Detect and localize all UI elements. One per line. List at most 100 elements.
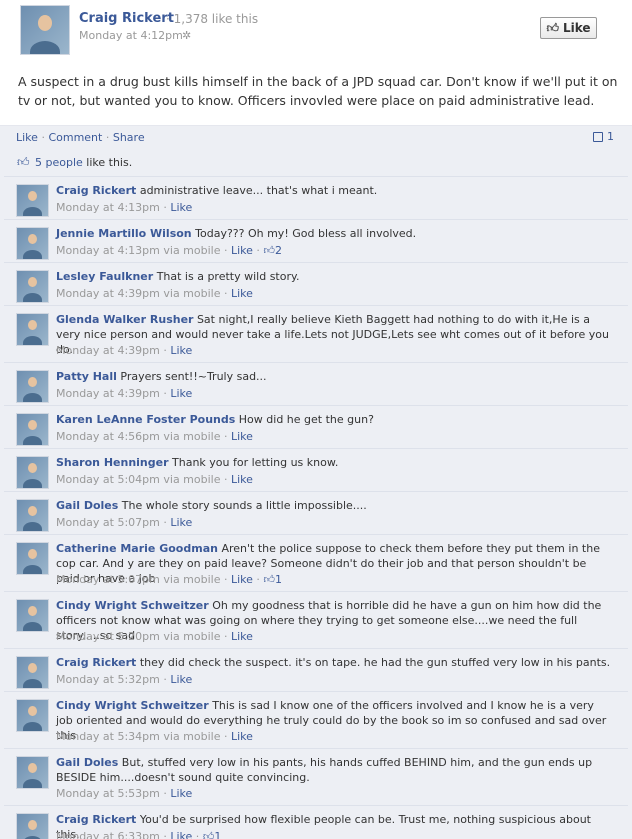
comment-meta: Monday at 5:07pm via mobile · Like · 👍︎1: [56, 573, 282, 586]
commenter-avatar[interactable]: [16, 699, 49, 732]
comment-meta: Monday at 6:33pm · Like · 👍︎1: [56, 830, 221, 839]
commenter-avatar[interactable]: [16, 499, 49, 532]
comment-author[interactable]: Glenda Walker Rusher: [56, 313, 193, 326]
comment-like-link[interactable]: Like: [170, 830, 192, 839]
privacy-gear-icon[interactable]: ✲: [182, 29, 191, 42]
commenter-avatar[interactable]: [16, 542, 49, 575]
comment-time[interactable]: Monday at 4:13pm: [56, 201, 160, 214]
comment-body: Craig Rickert administrative leave... th…: [56, 183, 611, 198]
comment-like-link[interactable]: Like: [170, 387, 192, 400]
page-like-count: · 1,378 like this: [166, 12, 259, 26]
comment-body: Patty Hall Prayers sent!!~Truly sad...: [56, 369, 611, 384]
like-page-button[interactable]: 👍︎ Like: [540, 17, 597, 39]
like-button-label: Like: [562, 21, 591, 35]
post-timestamp[interactable]: Monday at 4:12pm ·: [79, 29, 190, 42]
comment-likes[interactable]: 👍︎2: [263, 244, 282, 257]
comment: Sharon Henninger Thank you for letting u…: [4, 449, 628, 492]
comment-author[interactable]: Cindy Wright Schweitzer: [56, 599, 209, 612]
comment-like-link[interactable]: Like: [231, 473, 253, 486]
comment-time[interactable]: Monday at 4:13pm: [56, 244, 160, 257]
comment-like-link[interactable]: Like: [231, 573, 253, 586]
commenter-avatar[interactable]: [16, 656, 49, 689]
commenter-avatar[interactable]: [16, 270, 49, 303]
commenter-avatar[interactable]: [16, 184, 49, 217]
comment-like-count: 2: [274, 244, 282, 257]
comment: Craig Rickert they did check the suspect…: [4, 649, 628, 692]
post-action-bar: Like · Comment · Share 1: [0, 125, 632, 149]
commenter-avatar[interactable]: [16, 313, 49, 346]
comment-body: Lesley Faulkner That is a pretty wild st…: [56, 269, 611, 284]
commenter-avatar[interactable]: [16, 413, 49, 446]
comment-meta: Monday at 5:07pm · Like: [56, 516, 193, 529]
comment-time[interactable]: Monday at 5:20pm: [56, 630, 160, 643]
comment-author[interactable]: Craig Rickert: [56, 813, 136, 826]
commenter-avatar[interactable]: [16, 456, 49, 489]
comment-likes[interactable]: 👍︎1: [203, 830, 222, 839]
comment: Gail Doles But, stuffed very low in his …: [4, 749, 628, 806]
comment-via: via mobile: [163, 473, 221, 486]
comment-author[interactable]: Sharon Henninger: [56, 456, 169, 469]
share-link[interactable]: Share: [113, 131, 145, 144]
comment-meta: Monday at 4:13pm via mobile · Like · 👍︎2: [56, 244, 282, 257]
comment-author[interactable]: Catherine Marie Goodman: [56, 542, 218, 555]
comment-like-link[interactable]: Like: [170, 673, 192, 686]
comment-text: The whole story sounds a little impossib…: [121, 499, 367, 512]
comment-count[interactable]: 1: [593, 130, 614, 143]
commenter-avatar[interactable]: [16, 756, 49, 789]
comment-link[interactable]: Comment: [48, 131, 102, 144]
comment-time[interactable]: Monday at 4:39pm: [56, 344, 160, 357]
comment-meta: Monday at 4:39pm via mobile · Like: [56, 287, 253, 300]
facebook-post: Craig Rickert · 1,378 like this Monday a…: [0, 0, 632, 839]
comment-time[interactable]: Monday at 6:33pm: [56, 830, 160, 839]
comment-author[interactable]: Jennie Martillo Wilson: [56, 227, 192, 240]
comment-time[interactable]: Monday at 4:39pm: [56, 387, 160, 400]
comment-like-link[interactable]: Like: [231, 244, 253, 257]
like-link[interactable]: Like: [16, 131, 38, 144]
comment-meta: Monday at 4:39pm · Like: [56, 387, 193, 400]
page-name[interactable]: Craig Rickert: [79, 11, 174, 26]
commenter-avatar[interactable]: [16, 813, 49, 839]
comment-like-link[interactable]: Like: [170, 787, 192, 800]
comment-author[interactable]: Gail Doles: [56, 756, 118, 769]
comment-text: That is a pretty wild story.: [156, 270, 300, 283]
comment-like-count: 1: [274, 573, 282, 586]
comment-like-link[interactable]: Like: [170, 516, 192, 529]
comment-author[interactable]: Lesley Faulkner: [56, 270, 153, 283]
comment-time[interactable]: Monday at 5:32pm: [56, 673, 160, 686]
comment: Craig Rickert You'd be surprised how fle…: [4, 806, 628, 839]
comment-author[interactable]: Patty Hall: [56, 370, 117, 383]
likes-people-link[interactable]: 5 people: [35, 156, 83, 169]
comment-time[interactable]: Monday at 5:07pm: [56, 516, 160, 529]
comment-author[interactable]: Karen LeAnne Foster Pounds: [56, 413, 235, 426]
likes-suffix: like this.: [82, 156, 133, 169]
commenter-avatar[interactable]: [16, 227, 49, 260]
comment-time[interactable]: Monday at 4:56pm: [56, 430, 160, 443]
comment: Catherine Marie Goodman Aren't the polic…: [4, 535, 628, 592]
comment-like-link[interactable]: Like: [231, 730, 253, 743]
post-header: Craig Rickert · 1,378 like this Monday a…: [0, 0, 632, 58]
comment: Craig Rickert administrative leave... th…: [4, 177, 628, 220]
comment-like-link[interactable]: Like: [231, 287, 253, 300]
comment-author[interactable]: Gail Doles: [56, 499, 118, 512]
comment-author[interactable]: Cindy Wright Schweitzer: [56, 699, 209, 712]
comment-like-link[interactable]: Like: [170, 344, 192, 357]
comment-time[interactable]: Monday at 5:07pm: [56, 573, 160, 586]
thumbs-up-icon: 👍︎: [546, 20, 559, 35]
commenter-avatar[interactable]: [16, 599, 49, 632]
comment-bubble-icon: [593, 131, 603, 142]
comment-likes[interactable]: 👍︎1: [263, 573, 282, 586]
comment-time[interactable]: Monday at 4:39pm: [56, 287, 160, 300]
comment-like-link[interactable]: Like: [231, 630, 253, 643]
comment-like-link[interactable]: Like: [231, 430, 253, 443]
comment-time[interactable]: Monday at 5:34pm: [56, 730, 160, 743]
comment-like-link[interactable]: Like: [170, 201, 192, 214]
comment-time[interactable]: Monday at 5:53pm: [56, 787, 160, 800]
commenter-avatar[interactable]: [16, 370, 49, 403]
comment-author[interactable]: Craig Rickert: [56, 184, 136, 197]
likes-text: 5 people like this.: [35, 156, 132, 169]
comment-time[interactable]: Monday at 5:04pm: [56, 473, 160, 486]
comment-body: Jennie Martillo Wilson Today??? Oh my! G…: [56, 226, 611, 241]
page-avatar[interactable]: [20, 5, 70, 55]
comment: Karen LeAnne Foster Pounds How did he ge…: [4, 406, 628, 449]
comment-author[interactable]: Craig Rickert: [56, 656, 136, 669]
